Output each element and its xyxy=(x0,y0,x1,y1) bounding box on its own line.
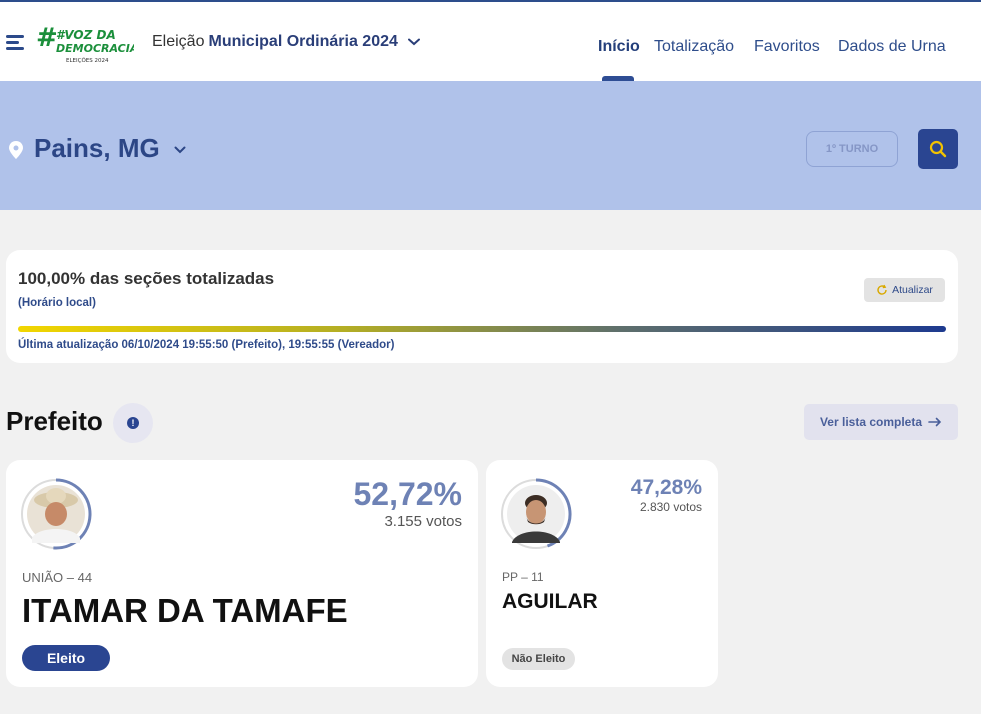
refresh-icon xyxy=(877,284,887,295)
election-selector[interactable]: Eleição Municipal Ordinária 2024 xyxy=(152,33,420,51)
candidate-votes: 2.830 votos xyxy=(639,500,702,514)
status-badge: Eleito xyxy=(22,645,110,671)
candidate-name: AGUILAR xyxy=(502,590,598,613)
tab-totalizacao[interactable]: Totalização xyxy=(654,38,734,56)
top-header: # #VOZ DA DEMOCRACIA ELEIÇÕES 2024 Eleiç… xyxy=(0,0,981,81)
tab-inicio[interactable]: Início xyxy=(598,38,640,56)
view-full-list-label: Ver lista completa xyxy=(819,415,923,429)
refresh-button[interactable]: Atualizar xyxy=(864,278,945,302)
candidate-party: PP – 11 xyxy=(502,570,544,584)
section-title: Prefeito xyxy=(6,406,103,436)
totalization-progress-bar xyxy=(18,326,946,332)
candidate-avatar xyxy=(21,478,92,550)
svg-text:DEMOCRACIA: DEMOCRACIA xyxy=(56,42,134,55)
candidate-avatar xyxy=(501,478,572,549)
chevron-down-icon[interactable] xyxy=(174,146,186,154)
candidate-votes: 3.155 votos xyxy=(384,513,462,530)
candidate-card[interactable]: 47,28% 2.830 votos PP – 11 AGUILAR Não E… xyxy=(486,460,718,687)
view-full-list-button[interactable]: Ver lista completa xyxy=(804,404,958,440)
tab-dados-de-urna[interactable]: Dados de Urna xyxy=(838,38,946,56)
city-selector[interactable]: Pains, MG xyxy=(34,133,160,164)
chevron-down-icon xyxy=(407,38,420,46)
refresh-label: Atualizar xyxy=(892,284,933,296)
candidate-party: UNIÃO – 44 xyxy=(22,570,93,585)
candidate-name: ITAMAR DA TAMAFE xyxy=(22,592,348,629)
candidate-percent: 52,72% xyxy=(353,476,462,512)
menu-icon[interactable] xyxy=(6,35,24,50)
info-icon: ! xyxy=(127,417,139,429)
last-update-text: Última atualização 06/10/2024 19:55:50 (… xyxy=(18,339,395,351)
turno-button[interactable]: 1º TURNO xyxy=(806,131,898,167)
sections-totalized: 100,00% das seções totalizadas xyxy=(18,269,275,288)
info-button[interactable]: ! xyxy=(113,403,153,443)
election-name: Municipal Ordinária 2024 xyxy=(208,33,398,50)
voz-da-democracia-logo[interactable]: # #VOZ DA DEMOCRACIA ELEIÇÕES 2024 xyxy=(36,24,134,66)
candidate-percent: 47,28% xyxy=(630,476,702,499)
totalization-status-card: 100,00% das seções totalizadas (Horário … xyxy=(6,250,958,363)
location-pin-icon xyxy=(9,141,23,159)
election-prefix: Eleição xyxy=(152,33,205,50)
svg-text:#: # xyxy=(36,24,58,53)
arrow-right-icon xyxy=(928,417,942,427)
tab-favoritos[interactable]: Favoritos xyxy=(754,38,820,56)
search-button[interactable] xyxy=(918,129,958,169)
local-time-label: (Horário local) xyxy=(18,297,96,309)
svg-text:#VOZ DA: #VOZ DA xyxy=(56,28,116,42)
svg-text:ELEIÇÕES 2024: ELEIÇÕES 2024 xyxy=(66,57,109,64)
search-icon xyxy=(929,140,947,158)
candidate-card[interactable]: 52,72% 3.155 votos UNIÃO – 44 ITAMAR DA … xyxy=(6,460,478,687)
status-badge: Não Eleito xyxy=(502,648,575,670)
